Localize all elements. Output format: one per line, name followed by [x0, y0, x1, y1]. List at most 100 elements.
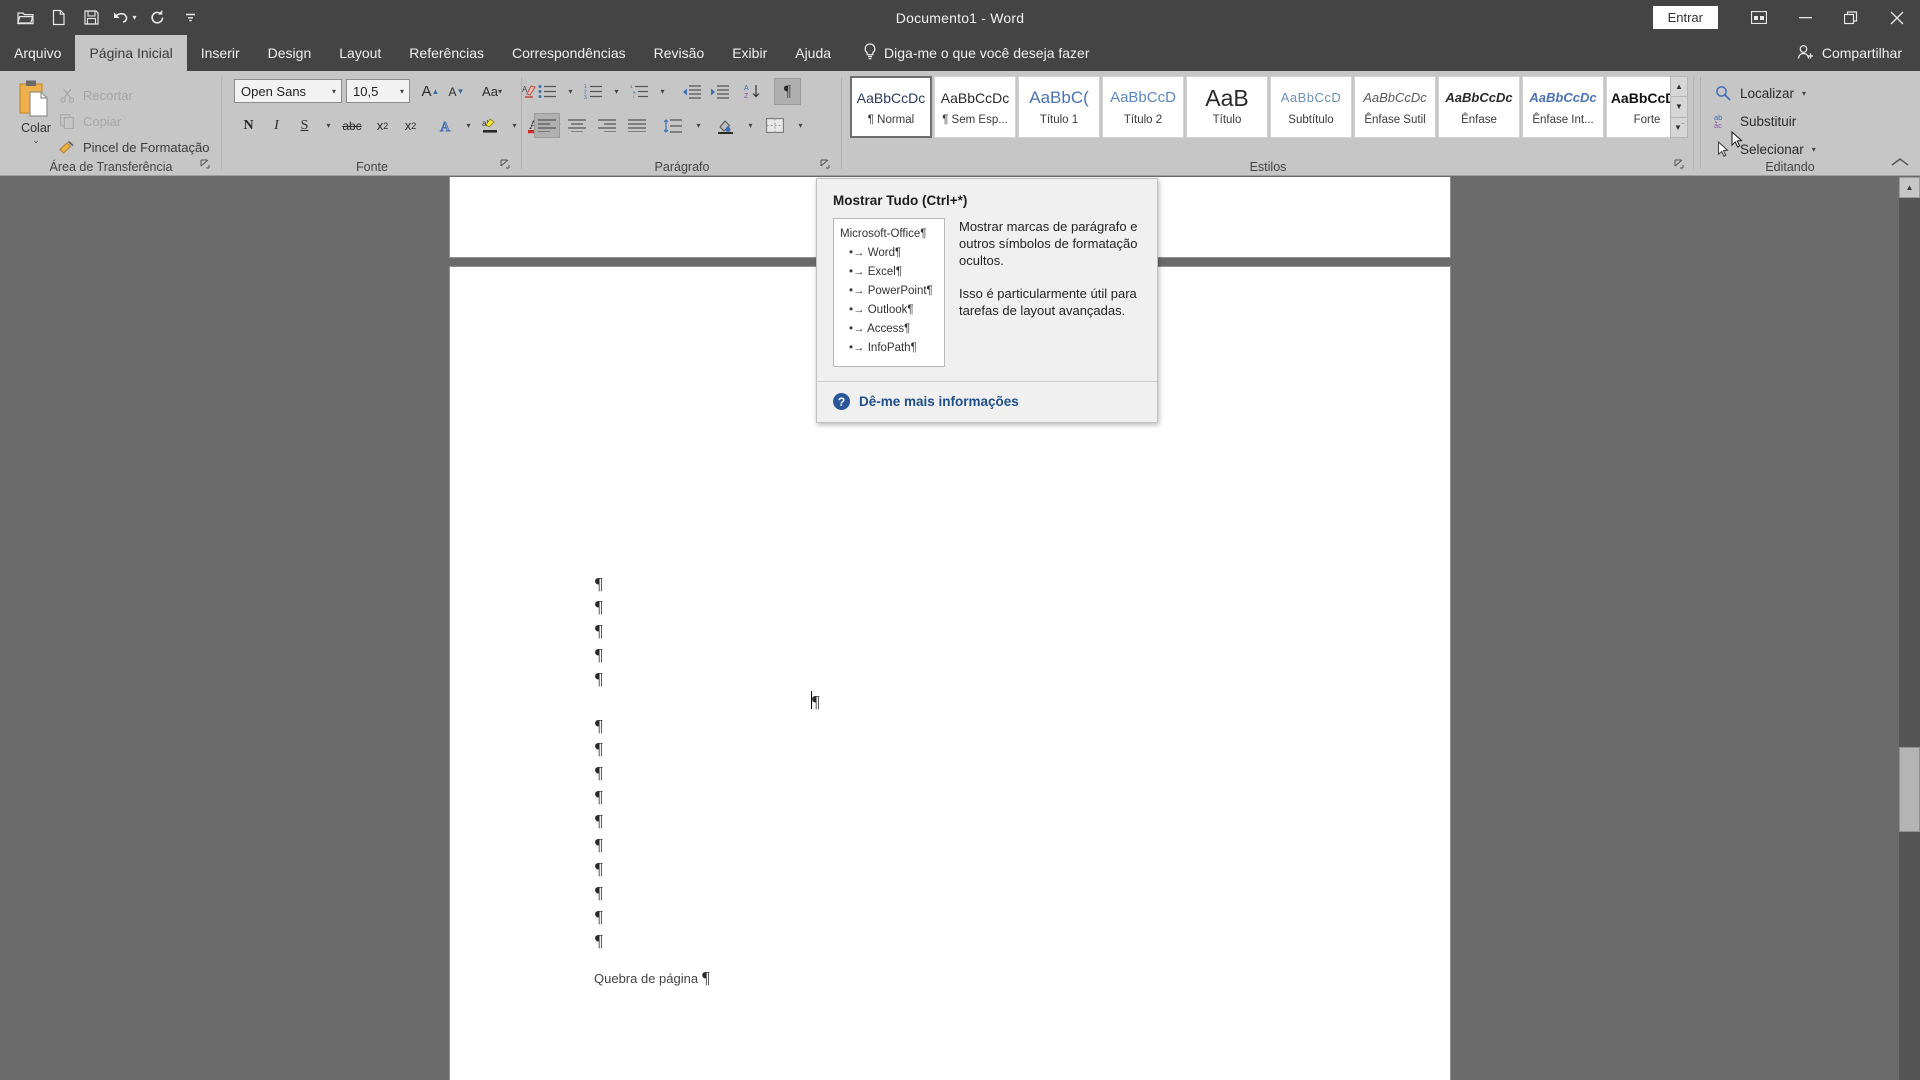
styles-scroll-up-icon[interactable]: ▲	[1671, 77, 1687, 98]
line-spacing-button[interactable]	[660, 113, 686, 138]
bold-button[interactable]: N	[236, 113, 261, 138]
shrink-font-button[interactable]: A ▼	[444, 79, 469, 104]
style-card-titulo-1[interactable]: AaBbC( Título 1	[1018, 76, 1100, 138]
change-case-button[interactable]: Aa ▾	[476, 79, 508, 104]
replace-button[interactable]: ab ac Substituir	[1714, 109, 1796, 133]
line-spacing-caret-icon[interactable]: ▾	[686, 113, 711, 138]
tab-exibir[interactable]: Exibir	[718, 35, 781, 71]
tab-inserir[interactable]: Inserir	[187, 35, 254, 71]
paragraph-mark: ¶	[595, 621, 603, 640]
style-card-titulo[interactable]: AaB Título	[1186, 76, 1268, 138]
font-name-caret-icon[interactable]: ▾	[332, 87, 336, 96]
illustration-row-label: InfoPath¶	[867, 342, 917, 354]
style-card-sem-espacamento[interactable]: AaBbCcDc ¶ Sem Esp...	[934, 76, 1016, 138]
tab-arquivo[interactable]: Arquivo	[0, 35, 75, 71]
font-name-input[interactable]: Open Sans ▾	[234, 79, 342, 103]
find-caret-icon[interactable]: ▾	[1802, 89, 1806, 98]
restore-icon[interactable]	[1828, 0, 1874, 35]
style-card-enfase-sutil[interactable]: AaBbCcDc Ênfase Sutil	[1354, 76, 1436, 138]
shading-button[interactable]	[712, 113, 738, 138]
tooltip-paragraph: Mostrar marcas de parágrafo e outros sím…	[959, 219, 1138, 268]
underline-button[interactable]: S	[292, 113, 317, 138]
superscript-button[interactable]: x2	[398, 113, 423, 138]
tooltip-footer[interactable]: ? Dê-me mais informações	[817, 381, 1157, 422]
align-right-button[interactable]	[594, 113, 620, 138]
style-card-enfase-intensa[interactable]: AaBbCcDc Ênfase Int...	[1522, 76, 1604, 138]
tooltip-more-info-link[interactable]: Dê-me mais informações	[859, 394, 1019, 409]
styles-dialog-launcher[interactable]	[1674, 159, 1688, 173]
numbered-list-button[interactable]: 123	[580, 79, 606, 104]
tab-layout[interactable]: Layout	[325, 35, 395, 71]
page-break-indicator: Quebra de página ¶	[592, 969, 710, 987]
svg-text:i: i	[633, 95, 634, 100]
styles-more-icon[interactable]: ▼ ‾	[1671, 118, 1687, 137]
sort-button[interactable]: AZ	[740, 79, 766, 104]
show-formatting-marks-button[interactable]: ¶	[774, 78, 801, 105]
bullet-list-button[interactable]	[534, 79, 560, 104]
page-break-label: Quebra de página	[594, 971, 699, 986]
paragraph-mark: ¶	[595, 574, 603, 593]
ribbon-group-clipboard: Colar ⌄ Recortar Copiar Pincel de Format…	[0, 71, 222, 176]
scroll-up-arrow-icon[interactable]: ▲	[1899, 177, 1920, 198]
close-icon[interactable]	[1874, 0, 1920, 35]
paste-button[interactable]: Colar ⌄	[12, 77, 60, 145]
cut-button[interactable]: Recortar	[58, 84, 133, 106]
tab-referencias[interactable]: Referências	[395, 35, 498, 71]
shading-caret-icon[interactable]: ▾	[738, 113, 763, 138]
style-card-normal[interactable]: AaBbCcDc ¶ Normal	[850, 76, 932, 138]
select-button[interactable]: Selecionar ▾	[1714, 137, 1816, 161]
borders-caret-icon[interactable]: ▾	[788, 113, 813, 138]
sign-in-button[interactable]: Entrar	[1652, 6, 1718, 29]
scrollbar-thumb[interactable]	[1899, 747, 1920, 832]
select-caret-icon[interactable]: ▾	[1812, 145, 1816, 154]
font-size-caret-icon[interactable]: ▾	[400, 87, 404, 96]
style-label: ¶ Normal	[867, 114, 915, 126]
multilevel-list-caret-icon[interactable]: ▾	[650, 79, 675, 104]
paste-label: Colar	[21, 121, 51, 135]
tab-ajuda[interactable]: Ajuda	[781, 35, 845, 71]
font-dialog-launcher[interactable]	[500, 159, 514, 173]
question-mark-icon: ?	[833, 393, 850, 410]
strikethrough-button[interactable]: abc	[338, 113, 366, 138]
align-left-button[interactable]	[534, 113, 560, 138]
tab-correspondencias[interactable]: Correspondências	[498, 35, 640, 71]
text-highlight-button[interactable]: ab	[478, 113, 504, 138]
font-size-input[interactable]: 10,5 ▾	[346, 79, 410, 103]
minimize-icon[interactable]	[1782, 0, 1828, 35]
share-person-icon	[1797, 44, 1815, 63]
decrease-indent-button[interactable]	[678, 79, 704, 104]
grow-font-button[interactable]: A ▲	[418, 79, 443, 104]
tell-me-search[interactable]: Diga-me o que você deseja fazer	[845, 35, 1099, 71]
style-card-enfase[interactable]: AaBbCcDc Ênfase	[1438, 76, 1520, 138]
paste-dropdown-caret-icon[interactable]: ⌄	[12, 135, 60, 145]
paragraph-dialog-launcher[interactable]	[820, 159, 834, 173]
font-group-label: Fonte	[356, 160, 388, 174]
style-card-titulo-2[interactable]: AaBbCcD Título 2	[1102, 76, 1184, 138]
find-button[interactable]: Localizar ▾	[1714, 81, 1806, 105]
style-card-subtitulo[interactable]: AaBbCcD Subtítulo	[1270, 76, 1352, 138]
share-button[interactable]: Compartilhar	[1797, 35, 1902, 71]
align-center-button[interactable]	[564, 113, 590, 138]
paragraph-mark: ¶	[595, 669, 603, 688]
collapse-ribbon-caret-icon[interactable]	[1890, 157, 1910, 171]
vertical-scrollbar[interactable]: ▲	[1899, 177, 1920, 1080]
multilevel-list-button[interactable]: 1ai	[626, 79, 652, 104]
format-painter-button[interactable]: Pincel de Formatação	[58, 136, 209, 158]
style-label: Ênfase Sutil	[1364, 114, 1426, 126]
style-preview: AaBbCcDc	[856, 90, 926, 106]
copy-button[interactable]: Copiar	[58, 110, 121, 132]
style-label: Título 2	[1123, 114, 1163, 126]
tab-design[interactable]: Design	[254, 35, 326, 71]
illustration-row-label: Word¶	[867, 247, 902, 259]
italic-button[interactable]: I	[264, 113, 289, 138]
ribbon-display-options-icon[interactable]	[1736, 0, 1782, 35]
clipboard-dialog-launcher[interactable]	[200, 159, 214, 173]
styles-scroll-down-icon[interactable]: ▼	[1671, 97, 1687, 118]
subscript-button[interactable]: x2	[370, 113, 395, 138]
justify-button[interactable]	[624, 113, 650, 138]
paragraph-mark: ¶	[595, 739, 603, 758]
tab-pagina-inicial[interactable]: Página Inicial	[75, 35, 187, 71]
borders-button[interactable]	[762, 113, 788, 138]
increase-indent-button[interactable]	[706, 79, 732, 104]
tab-revisao[interactable]: Revisão	[640, 35, 719, 71]
